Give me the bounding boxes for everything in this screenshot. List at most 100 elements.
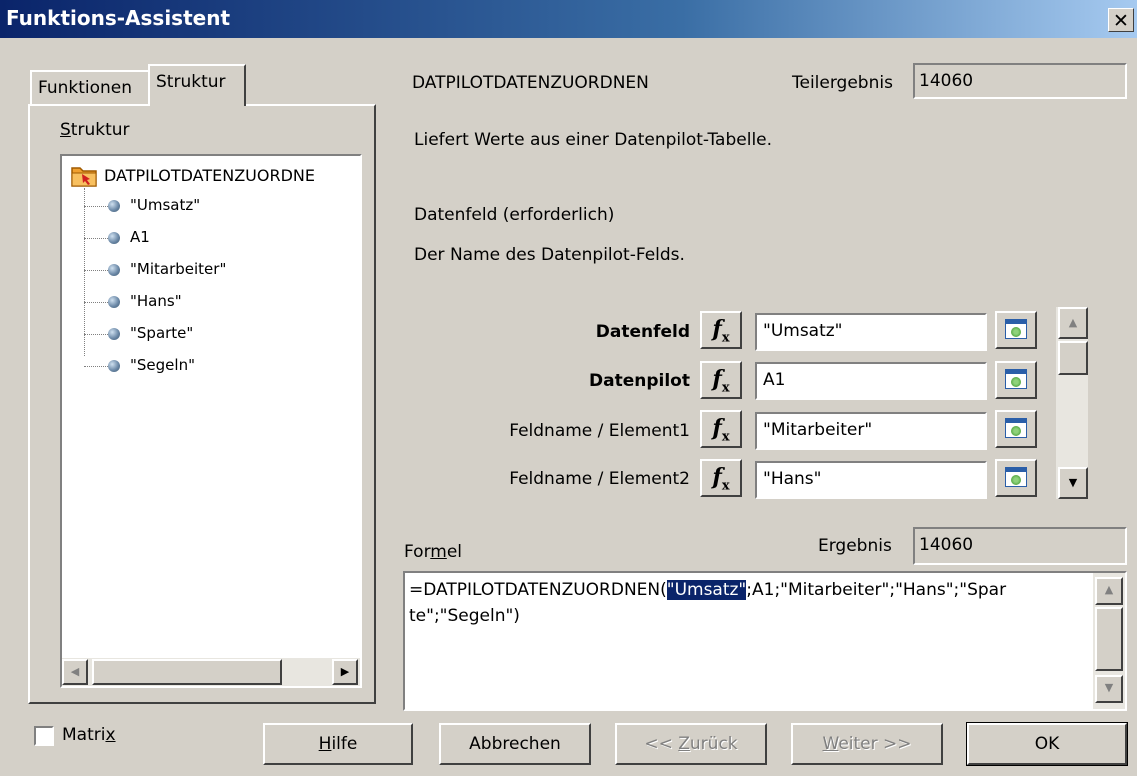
formula-scrollbar[interactable]: ▲ ▼ xyxy=(1093,573,1125,709)
arg-label-element2: Feldname / Element2 xyxy=(509,469,690,489)
parameter-title: Datenfeld (erforderlich) xyxy=(414,205,615,225)
argument-bullet-icon xyxy=(108,328,120,340)
tree-item-label: "Segeln" xyxy=(130,356,195,374)
cancel-button[interactable]: Abbrechen xyxy=(439,723,591,765)
fx-button-element1[interactable]: fx xyxy=(700,410,742,448)
function-folder-icon xyxy=(71,167,97,187)
next-button[interactable]: Weiter >> xyxy=(791,723,943,765)
tree-item-label: "Mitarbeiter" xyxy=(130,260,227,278)
scroll-up-button[interactable]: ▲ xyxy=(1058,307,1088,339)
partial-result-value: 14060 xyxy=(919,71,974,91)
tree-item[interactable]: "Mitarbeiter" xyxy=(62,258,352,282)
fx-icon: fx xyxy=(712,316,730,346)
formula-text: =DATPILOTDATENZUORDNEN("Umsatz";A1;"Mita… xyxy=(409,577,1089,629)
structure-tree[interactable]: DATPILOTDATENZUORDNE "Umsatz" A1 "Mitarb… xyxy=(60,154,362,688)
shrink-dialog-icon xyxy=(1005,369,1027,389)
tree-branch xyxy=(84,270,108,271)
tab-struktur-label: Struktur xyxy=(156,72,226,92)
shrink-dialog-icon xyxy=(1005,467,1027,487)
tab-struktur[interactable]: Struktur xyxy=(148,64,246,106)
arg-input-element1[interactable]: "Mitarbeiter" xyxy=(755,412,987,450)
tab-funktionen-label: Funktionen xyxy=(38,78,133,98)
tree-item[interactable]: A1 xyxy=(62,226,352,250)
arrow-down-icon: ▼ xyxy=(1104,681,1114,694)
formula-selection: "Umsatz" xyxy=(666,580,747,600)
scroll-down-button[interactable]: ▼ xyxy=(1058,467,1088,499)
scroll-up-button[interactable]: ▲ xyxy=(1095,577,1123,605)
fx-icon: fx xyxy=(712,366,730,396)
tree-item-label: A1 xyxy=(130,228,150,246)
arg-input-datenpilot[interactable]: A1 xyxy=(755,362,987,400)
tree-item[interactable]: "Segeln" xyxy=(62,354,352,378)
scroll-left-button[interactable]: ◀ xyxy=(62,659,88,685)
back-button[interactable]: << Zurück xyxy=(615,723,767,765)
tree-item[interactable]: "Hans" xyxy=(62,290,352,314)
window-title: Funktions-Assistent xyxy=(6,6,231,30)
tree-item[interactable]: "Umsatz" xyxy=(62,194,352,218)
ok-button[interactable]: OK xyxy=(966,722,1128,766)
tree-item-label: "Hans" xyxy=(130,292,182,310)
shrink-button-datenpilot[interactable] xyxy=(995,361,1037,399)
tree-branch xyxy=(84,302,108,303)
checkbox-frame xyxy=(34,726,54,746)
shrink-dialog-icon xyxy=(1005,418,1027,438)
result-value: 14060 xyxy=(919,535,974,555)
help-button[interactable]: Hilfe xyxy=(263,723,413,765)
result-label: Ergebnis xyxy=(818,536,892,556)
arrow-up-icon: ▲ xyxy=(1068,316,1078,329)
fx-button-datenpilot[interactable]: fx xyxy=(700,361,742,399)
arg-input-element2[interactable]: "Hans" xyxy=(755,461,987,499)
tree-item-label: "Umsatz" xyxy=(130,196,201,214)
tab-funktionen[interactable]: Funktionen xyxy=(30,70,150,106)
tree-horizontal-scrollbar[interactable]: ◀ ▶ xyxy=(62,658,360,686)
matrix-checkbox[interactable] xyxy=(34,726,54,746)
shrink-dialog-icon xyxy=(1005,319,1027,339)
arg-label-datenfeld: Datenfeld xyxy=(595,322,690,342)
tree-branch xyxy=(84,366,108,367)
fx-button-element2[interactable]: fx xyxy=(700,459,742,497)
fx-icon: fx xyxy=(712,464,730,494)
tree-root-label: DATPILOTDATENZUORDNE xyxy=(104,166,315,185)
formula-line-2: te";"Segeln") xyxy=(409,606,520,626)
arg-label-element1: Feldname / Element1 xyxy=(509,421,690,441)
tree-branch xyxy=(84,206,108,207)
args-scrollbar[interactable]: ▲ ▼ xyxy=(1056,307,1088,499)
shrink-button-element1[interactable] xyxy=(995,410,1037,448)
tree-branch xyxy=(84,334,108,335)
arrow-up-icon: ▲ xyxy=(1104,583,1114,596)
close-icon: ✕ xyxy=(1113,10,1129,32)
fx-icon: fx xyxy=(712,415,730,445)
tree-item-label: "Sparte" xyxy=(130,324,194,342)
close-button[interactable]: ✕ xyxy=(1108,8,1134,32)
formula-line-1: =DATPILOTDATENZUORDNEN("Umsatz";A1;"Mita… xyxy=(409,580,1007,600)
scroll-thumb[interactable] xyxy=(1095,607,1123,671)
title-bar: Funktions-Assistent ✕ xyxy=(0,0,1137,38)
argument-bullet-icon xyxy=(108,200,120,212)
scroll-thumb[interactable] xyxy=(1058,341,1088,375)
formula-label: Formel xyxy=(404,542,463,562)
arg-label-datenpilot: Datenpilot xyxy=(589,371,690,391)
partial-result-field: 14060 xyxy=(913,63,1127,99)
argument-bullet-icon xyxy=(108,296,120,308)
scroll-right-button[interactable]: ▶ xyxy=(332,659,358,685)
argument-bullet-icon xyxy=(108,360,120,372)
partial-result-label: Teilergebnis xyxy=(792,73,893,93)
formula-editor[interactable]: =DATPILOTDATENZUORDNEN("Umsatz";A1;"Mita… xyxy=(403,571,1127,711)
shrink-button-element2[interactable] xyxy=(995,459,1037,497)
fx-button-datenfeld[interactable]: fx xyxy=(700,311,742,349)
arg-input-datenfeld[interactable]: "Umsatz" xyxy=(755,313,987,351)
structure-heading: Struktur xyxy=(60,120,130,140)
parameter-description: Der Name des Datenpilot-Felds. xyxy=(414,245,685,265)
function-description: Liefert Werte aus einer Datenpilot-Tabel… xyxy=(414,130,773,150)
argument-bullet-icon xyxy=(108,232,120,244)
shrink-button-datenfeld[interactable] xyxy=(995,311,1037,349)
arrow-right-icon: ▶ xyxy=(340,665,350,678)
function-name: DATPILOTDATENZUORDNEN xyxy=(412,73,649,93)
matrix-label: Matrix xyxy=(62,725,116,745)
scroll-down-button[interactable]: ▼ xyxy=(1095,675,1123,703)
result-field: 14060 xyxy=(913,527,1127,565)
argument-bullet-icon xyxy=(108,264,120,276)
tree-item[interactable]: "Sparte" xyxy=(62,322,352,346)
arrow-left-icon: ◀ xyxy=(70,665,80,678)
scroll-thumb[interactable] xyxy=(92,659,282,685)
